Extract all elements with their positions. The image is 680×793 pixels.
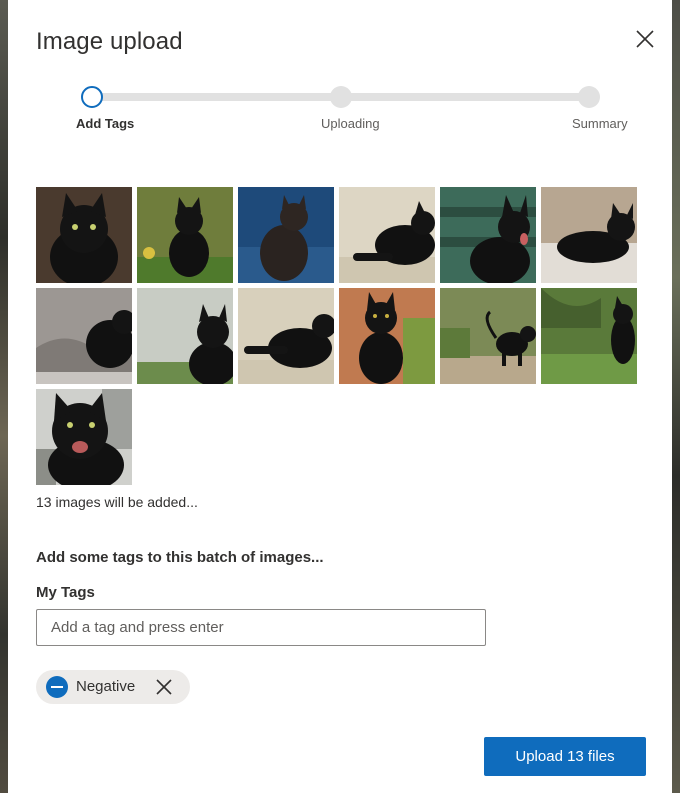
image-thumbnail[interactable]	[36, 389, 132, 485]
image-upload-dialog: Image upload Add Tags Uploading Summary	[8, 0, 672, 793]
image-thumbnail[interactable]	[137, 187, 233, 283]
background-left-edge	[0, 0, 8, 793]
image-thumbnail[interactable]	[137, 288, 233, 384]
step-indicator-summary	[578, 86, 600, 108]
step-indicator-add-tags	[81, 86, 103, 108]
image-thumbnail[interactable]	[238, 187, 334, 283]
tag-chip-negative: Negative	[36, 670, 190, 704]
image-thumbnail[interactable]	[440, 288, 536, 384]
image-thumbnail[interactable]	[238, 288, 334, 384]
image-thumbnail[interactable]	[339, 187, 435, 283]
my-tags-label: My Tags	[36, 584, 95, 601]
image-thumbnail[interactable]	[440, 187, 536, 283]
image-thumbnail[interactable]	[339, 288, 435, 384]
image-thumbnail[interactable]	[541, 288, 637, 384]
image-thumbnail[interactable]	[541, 187, 637, 283]
images-summary-text: 13 images will be added...	[36, 494, 198, 510]
image-thumbnail[interactable]	[36, 187, 132, 283]
tags-heading: Add some tags to this batch of images...	[36, 549, 324, 566]
step-label-summary: Summary	[572, 116, 628, 131]
close-icon	[156, 679, 172, 695]
progress-stepper: Add Tags Uploading Summary	[8, 0, 672, 140]
background-right-edge	[672, 0, 680, 793]
upload-button[interactable]: Upload 13 files	[484, 737, 646, 776]
tag-chip-label: Negative	[76, 678, 136, 695]
tag-input[interactable]	[36, 609, 486, 646]
minus-circle-icon	[46, 676, 68, 698]
step-label-add-tags: Add Tags	[76, 116, 135, 131]
remove-tag-button[interactable]	[154, 677, 174, 697]
step-label-uploading: Uploading	[321, 116, 380, 131]
step-indicator-uploading	[330, 86, 352, 108]
image-thumbnail[interactable]	[36, 288, 132, 384]
